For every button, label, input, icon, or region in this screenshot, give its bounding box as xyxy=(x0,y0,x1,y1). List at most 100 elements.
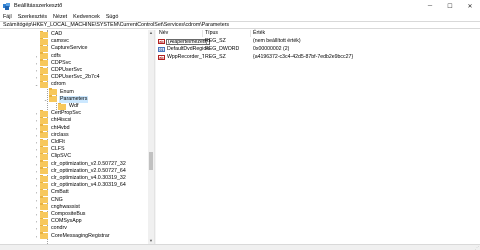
minimize-button[interactable]: ─ xyxy=(420,0,440,12)
expand-chevron-icon[interactable]: › xyxy=(34,53,39,60)
tree-item-label: CompositeBus xyxy=(51,211,86,217)
collapse-chevron-icon[interactable]: ⌄ xyxy=(43,96,48,103)
tree-item[interactable]: › clr_optimization_v4.0.30319_32 xyxy=(0,174,148,182)
expand-chevron-icon[interactable]: › xyxy=(34,218,39,225)
expand-chevron-icon[interactable]: › xyxy=(34,168,39,175)
tree-item[interactable]: › CDPSvc xyxy=(0,59,148,67)
tree-item-label: COMSysApp xyxy=(51,218,82,225)
expand-chevron-icon[interactable]: › xyxy=(34,161,39,168)
tree-item[interactable]: camsvc xyxy=(0,37,148,45)
key-tree[interactable]: CAD camsvc CaptureService › cdfs › CDPSvc › CDPU… xyxy=(0,30,148,244)
folder-icon xyxy=(40,131,48,139)
tree-item-label: camsvc xyxy=(51,38,69,45)
tree-item-label: ClipSVC xyxy=(51,153,72,160)
address-path[interactable]: Számítógép\HKEY_LOCAL_MACHINE\SYSTEM\Cur… xyxy=(3,22,229,28)
tree-item-label: CaptureService xyxy=(51,45,88,52)
menu-view[interactable]: Nézet xyxy=(53,14,67,20)
tree-item[interactable]: › CoreMessagingRegistrar xyxy=(0,232,148,240)
value-row[interactable]: 01 DefaultDvdRegion REG_DWORD 0x00000002… xyxy=(157,46,480,53)
expand-chevron-icon[interactable]: › xyxy=(34,125,39,132)
tree-item-label: CertPropSvc xyxy=(51,110,82,117)
tree-item[interactable]: › CLFS xyxy=(0,145,148,153)
tree-item[interactable]: › CompositeBus xyxy=(0,210,148,218)
menu-help[interactable]: Súgó xyxy=(106,14,119,20)
tree-item[interactable]: Wdf xyxy=(0,102,148,110)
tree-item[interactable]: › CmBatt xyxy=(0,188,148,196)
tree-item[interactable]: › CldFlt xyxy=(0,138,148,146)
expand-chevron-icon[interactable]: › xyxy=(34,211,39,218)
menu-favorites[interactable]: Kedvencek xyxy=(73,14,100,20)
expand-chevron-icon[interactable]: › xyxy=(34,60,39,67)
expand-chevron-icon[interactable]: › xyxy=(34,117,39,124)
folder-icon xyxy=(40,217,48,225)
folder-icon xyxy=(40,174,48,182)
folder-icon xyxy=(40,232,48,240)
column-type-header[interactable]: Típus xyxy=(203,30,251,37)
tree-item[interactable]: › cnghwassist xyxy=(0,203,148,211)
expand-chevron-icon[interactable]: › xyxy=(34,189,39,196)
tree-item[interactable]: Enum xyxy=(0,88,148,96)
value-name: (Alapértelmezett) xyxy=(166,39,210,45)
tree-item-label: clr_optimization_v4.0.30319_64 xyxy=(51,182,126,189)
tree-item-label: cdfs xyxy=(51,52,61,59)
folder-icon xyxy=(40,224,48,232)
expand-chevron-icon[interactable]: › xyxy=(34,132,39,139)
menu-file[interactable]: Fájl xyxy=(3,14,12,20)
tree-item[interactable]: › circlass xyxy=(0,131,148,139)
folder-icon xyxy=(40,116,48,124)
expand-chevron-icon[interactable]: › xyxy=(34,67,39,74)
tree-item[interactable]: › clr_optimization_v2.0.50727_32 xyxy=(0,160,148,168)
collapse-chevron-icon[interactable]: ⌄ xyxy=(34,81,39,88)
tree-item[interactable]: › ClipSVC xyxy=(0,152,148,160)
address-bar[interactable]: Számítógép\HKEY_LOCAL_MACHINE\SYSTEM\Cur… xyxy=(0,21,480,29)
tree-item[interactable]: ⌄ Parameters xyxy=(0,95,148,103)
expand-chevron-icon[interactable]: › xyxy=(34,225,39,232)
column-data-header[interactable]: Érték xyxy=(251,30,480,37)
tree-item[interactable]: › clr_optimization_v2.0.50727_64 xyxy=(0,167,148,175)
tree-item[interactable]: › CertPropSvc xyxy=(0,109,148,117)
tree-item[interactable]: › CNG xyxy=(0,196,148,204)
expand-chevron-icon[interactable]: › xyxy=(34,139,39,146)
maximize-button[interactable]: ☐ xyxy=(440,0,460,12)
tree-item-label: CldFlt xyxy=(51,139,65,145)
tree-item-label: CLFS xyxy=(51,146,65,153)
folder-icon xyxy=(40,196,48,204)
tree-item[interactable]: CaptureService xyxy=(0,44,148,52)
tree-item[interactable]: › cht4vbd xyxy=(0,124,148,132)
value-row[interactable]: ab WppRecorder_Tr... REG_SZ {a4196372-c3… xyxy=(157,54,480,61)
string-value-icon: ab xyxy=(158,55,165,60)
tree-item-label: clr_optimization_v2.0.50727_32 xyxy=(51,160,126,167)
expand-chevron-icon[interactable]: › xyxy=(34,204,39,211)
tree-item[interactable]: › clr_optimization_v4.0.30319_64 xyxy=(0,181,148,189)
close-button[interactable]: ✕ xyxy=(460,0,480,12)
tree-item[interactable]: › CDPUserSvc_2b7c4 xyxy=(0,73,148,81)
values-list[interactable]: Név Típus Érték ab (Alapértelmezett) REG… xyxy=(157,30,480,244)
tree-item[interactable]: › COMSysApp xyxy=(0,217,148,225)
tree-item[interactable]: › condrv xyxy=(0,224,148,232)
resize-grip-icon[interactable]: ⋰ xyxy=(475,245,479,250)
expand-chevron-icon[interactable]: › xyxy=(34,110,39,117)
tree-item[interactable]: CAD xyxy=(0,30,148,38)
tree-item-label: Enum xyxy=(60,88,74,95)
scrollbar-thumb[interactable] xyxy=(149,152,153,170)
dword-value-icon: 01 xyxy=(158,47,165,52)
expand-chevron-icon[interactable]: › xyxy=(34,74,39,81)
expand-chevron-icon[interactable]: › xyxy=(34,197,39,204)
pane-splitter[interactable] xyxy=(154,30,156,244)
tree-item-label: Parameters xyxy=(59,95,89,103)
expand-chevron-icon[interactable]: › xyxy=(34,175,39,182)
tree-item[interactable]: › cdfs xyxy=(0,52,148,60)
folder-icon xyxy=(40,203,48,211)
menu-edit[interactable]: Szerkesztés xyxy=(18,14,47,20)
value-row[interactable]: ab (Alapértelmezett) REG_SZ (nem beállít… xyxy=(157,38,480,45)
folder-icon xyxy=(40,37,48,45)
expand-chevron-icon[interactable]: › xyxy=(34,233,39,240)
expand-chevron-icon[interactable]: › xyxy=(34,146,39,153)
tree-item[interactable]: › CDPUserSvc xyxy=(0,66,148,74)
tree-item[interactable]: › cht4iscsi xyxy=(0,116,148,124)
expand-chevron-icon[interactable]: › xyxy=(34,182,39,189)
column-name-header[interactable]: Név xyxy=(157,30,203,37)
tree-item-label: condrv xyxy=(51,225,67,232)
tree-item[interactable]: ⌄ cdrom xyxy=(0,80,148,88)
expand-chevron-icon[interactable]: › xyxy=(34,153,39,160)
